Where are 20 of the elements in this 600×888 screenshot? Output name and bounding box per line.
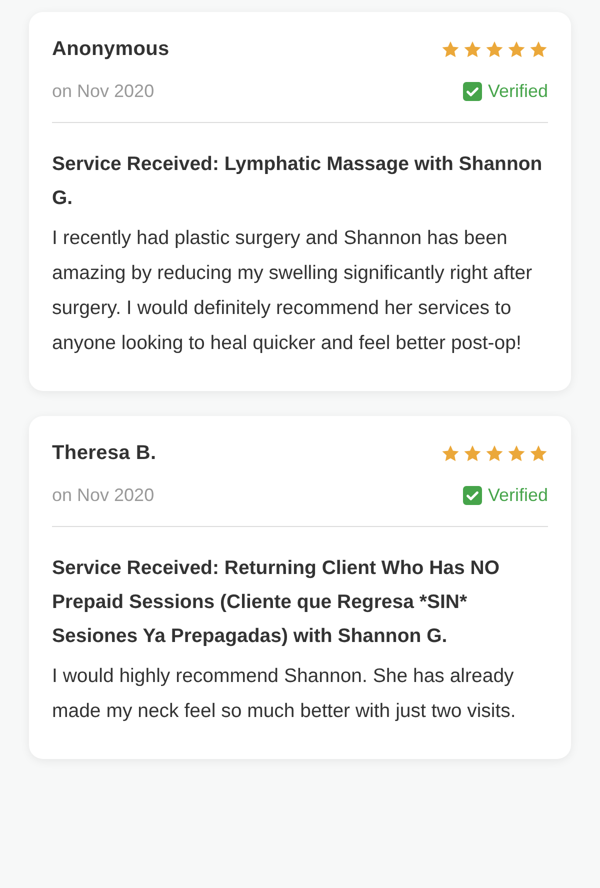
service-title: Service Received: Returning Client Who Has NO Prepaid Sessions (Cliente que Regresa *SIN* Sesiones Ya Prepagadas) with Shannon G. — [52, 556, 501, 649]
star-icon — [507, 444, 526, 463]
star-icon — [529, 40, 548, 59]
star-icon — [485, 444, 504, 463]
service-title: Service Received: Lymphatic Massage with Shannon G. — [52, 152, 544, 211]
review-date: on Nov 2020 — [52, 485, 154, 506]
star-icon — [529, 444, 548, 463]
star-icon — [441, 444, 460, 463]
review-text: I would highly recommend Shannon. She has already made my neck feel so much better with just two visits. — [52, 664, 517, 724]
reviewer-name: Theresa B. — [52, 442, 156, 465]
star-icon — [441, 40, 460, 59]
star-icon — [463, 40, 482, 59]
star-icon — [507, 40, 526, 59]
review-text: I recently had plastic surgery and Shannon has been amazing by reducing my swelling significantly right after surgery. I would definitely recommend her services to anyone looking to heal quicker and feel better post-op! — [52, 226, 534, 356]
star-icon — [485, 40, 504, 59]
reviewer-name: Anonymous — [52, 38, 170, 61]
star-icon — [463, 444, 482, 463]
verified-label: Verified — [488, 81, 548, 102]
review-date: on Nov 2020 — [52, 81, 154, 102]
verified-label: Verified — [488, 485, 548, 506]
